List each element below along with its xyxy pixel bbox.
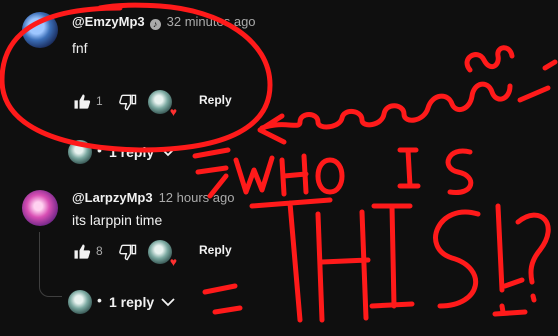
comment-time[interactable]: 32 minutes ago bbox=[167, 14, 256, 29]
heart-icon: ♥ bbox=[169, 255, 177, 269]
chevron-down-icon bbox=[161, 148, 175, 157]
author-name[interactable]: @LarpzyMp3 bbox=[72, 190, 153, 205]
creator-heart-badge: ♥ bbox=[148, 240, 177, 268]
thumbs-down-icon[interactable] bbox=[118, 92, 138, 112]
view-replies-button[interactable]: • 1 reply bbox=[68, 140, 188, 164]
comment-text: its larppin time bbox=[72, 212, 163, 228]
thumbs-up-icon[interactable] bbox=[72, 242, 92, 262]
separator-dot: • bbox=[97, 142, 102, 158]
comment-author-line: @EmzyMp3 ♪ 32 minutes ago bbox=[72, 14, 256, 30]
chevron-down-icon bbox=[161, 298, 175, 307]
comment-text: fnf bbox=[72, 40, 88, 56]
comment-author-line: @LarpzyMp3 12 hours ago bbox=[72, 190, 234, 205]
view-replies-button[interactable]: • 1 reply bbox=[68, 290, 188, 314]
replies-label: 1 reply bbox=[109, 144, 155, 160]
author-name[interactable]: @EmzyMp3 bbox=[72, 14, 145, 29]
comment-1: @EmzyMp3 ♪ 32 minutes ago fnf 1 ♥ Reply • … bbox=[0, 0, 558, 170]
author-avatar[interactable] bbox=[22, 12, 58, 48]
comment-actions: 8 ♥ Reply bbox=[72, 240, 272, 268]
reply-author-avatar bbox=[68, 290, 92, 314]
thread-connector bbox=[39, 232, 62, 297]
reply-author-avatar bbox=[68, 140, 92, 164]
reply-button[interactable]: Reply bbox=[199, 243, 232, 257]
separator-dot: • bbox=[97, 292, 102, 308]
creator-heart-badge: ♥ bbox=[148, 90, 177, 118]
thumbs-down-icon[interactable] bbox=[118, 242, 138, 262]
like-count: 8 bbox=[96, 244, 103, 258]
comment-2: @LarpzyMp3 12 hours ago its larppin time … bbox=[0, 180, 558, 336]
comment-actions: 1 ♥ Reply bbox=[72, 90, 272, 118]
verified-icon: ♪ bbox=[149, 19, 161, 30]
author-avatar[interactable] bbox=[22, 190, 58, 226]
reply-button[interactable]: Reply bbox=[199, 93, 232, 107]
like-count: 1 bbox=[96, 94, 103, 108]
replies-label: 1 reply bbox=[109, 294, 155, 310]
thumbs-up-icon[interactable] bbox=[72, 92, 92, 112]
heart-icon: ♥ bbox=[169, 105, 177, 119]
comment-time[interactable]: 12 hours ago bbox=[159, 190, 235, 205]
